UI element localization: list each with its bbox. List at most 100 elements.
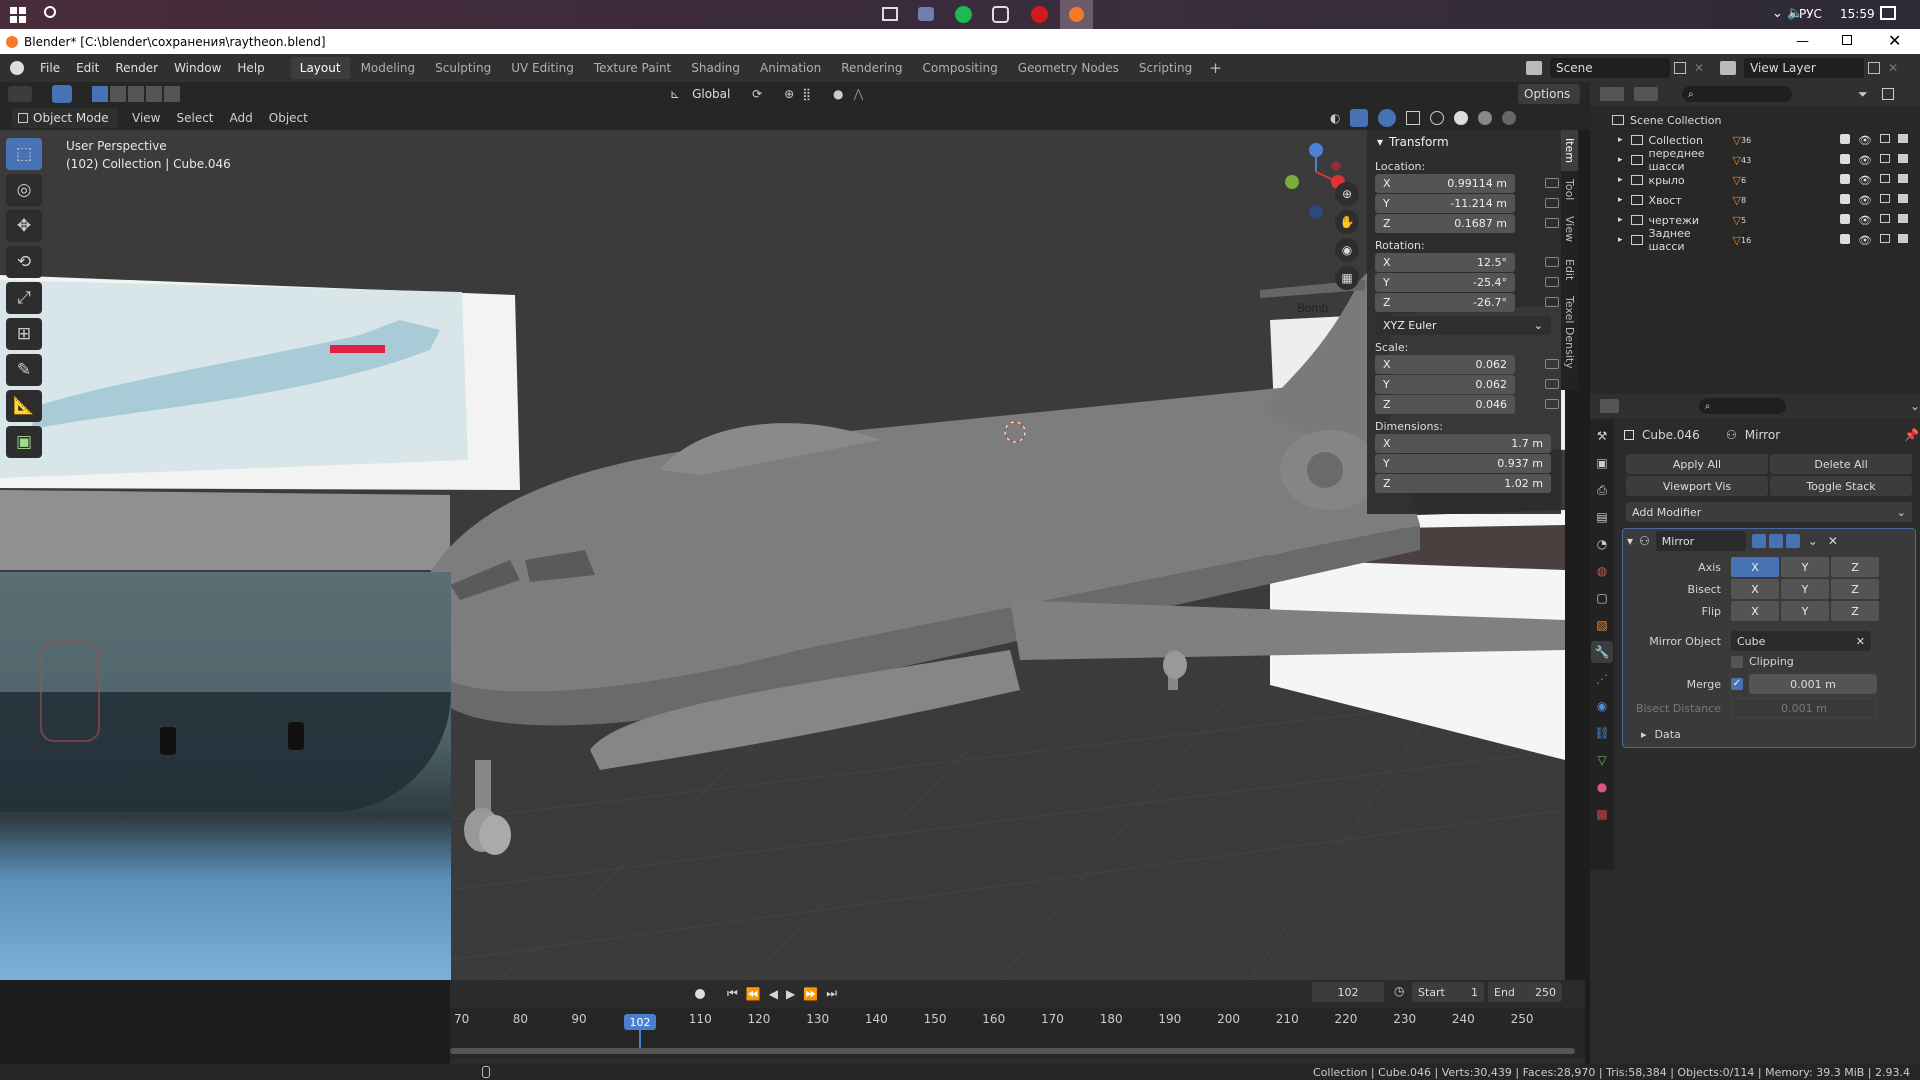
checkbox-icon[interactable]	[1840, 233, 1851, 244]
annotate-tool-icon[interactable]: ✎	[6, 354, 42, 386]
new-scene-icon[interactable]	[1674, 62, 1686, 74]
checkbox-icon[interactable]	[1840, 153, 1851, 164]
proportional-edit-icon[interactable]: ●	[833, 87, 843, 101]
selection-mode-buttons[interactable]	[92, 86, 180, 102]
monitor-icon[interactable]	[1880, 153, 1890, 163]
scene-field[interactable]: Scene	[1550, 58, 1670, 78]
close-icon[interactable]: ✕	[1694, 61, 1704, 75]
toggle-stack-button[interactable]: Toggle Stack	[1770, 476, 1912, 496]
checkbox-icon[interactable]	[1840, 213, 1851, 224]
expand-icon[interactable]: ▸	[1641, 728, 1647, 741]
tab-item[interactable]: Item	[1561, 130, 1578, 172]
scene-tab-icon[interactable]: ◔	[1591, 533, 1613, 555]
new-collection-icon[interactable]	[1881, 88, 1894, 100]
scale-tool-icon[interactable]: ⤢	[6, 282, 42, 314]
tab-animation[interactable]: Animation	[751, 57, 830, 79]
scale-x-field[interactable]: X 0.062	[1375, 355, 1515, 374]
transform-tool-icon[interactable]: ⊞	[6, 318, 42, 350]
dimensions-z-field[interactable]: Z 1.02 m	[1375, 474, 1551, 493]
viewport-display-icon[interactable]	[1768, 534, 1783, 548]
lock-icon[interactable]	[1545, 218, 1559, 228]
camera-icon[interactable]	[1898, 173, 1908, 183]
clipping-checkbox[interactable]	[1731, 655, 1743, 668]
clock[interactable]: 15:59	[1840, 7, 1875, 21]
editor-type-icon[interactable]	[1600, 399, 1619, 413]
camera-app-icon[interactable]	[992, 6, 1009, 23]
intersect-selection-icon[interactable]	[164, 86, 180, 102]
expand-icon[interactable]: ▸	[1618, 135, 1623, 145]
outliner-item[interactable]: ▸ Collection ▽ 36 👁	[1590, 130, 1920, 150]
close-button[interactable]: ✕	[1888, 31, 1901, 50]
expand-icon[interactable]: ▸	[1618, 215, 1623, 225]
collection-tab-icon[interactable]: ▢	[1591, 587, 1613, 609]
chevron-down-icon[interactable]: ⌄	[1910, 399, 1920, 413]
select-menu[interactable]: Select	[168, 111, 221, 125]
monitor-icon[interactable]	[1880, 213, 1890, 223]
chevron-down-icon[interactable]: ⌄	[1808, 534, 1818, 548]
spotify-icon[interactable]	[955, 6, 972, 23]
rotation-z-field[interactable]: Z -26.7°	[1375, 293, 1515, 312]
tab-modeling[interactable]: Modeling	[352, 57, 425, 79]
properties-search-input[interactable]: ⌕	[1698, 398, 1786, 414]
bisect-z-toggle[interactable]: Z	[1831, 579, 1879, 599]
scale-z-field[interactable]: Z 0.046	[1375, 395, 1515, 414]
lock-icon[interactable]	[1545, 198, 1559, 208]
menu-render[interactable]: Render	[107, 54, 166, 82]
outliner-item[interactable]: ▸ Хвост ▽ 8 👁	[1590, 190, 1920, 210]
search-icon[interactable]	[44, 6, 56, 18]
app-icon[interactable]	[918, 7, 934, 21]
object-tab-icon[interactable]: ▧	[1591, 614, 1613, 636]
checkbox-icon[interactable]	[1840, 173, 1851, 184]
collapse-icon[interactable]: ▾	[1627, 534, 1633, 548]
eye-icon[interactable]: 👁	[1858, 194, 1872, 207]
checkbox-icon[interactable]	[1840, 193, 1851, 204]
blender-taskbar-icon[interactable]	[1060, 0, 1093, 29]
blender-menu-icon[interactable]	[10, 61, 24, 75]
camera-icon[interactable]	[1898, 213, 1908, 223]
add-menu[interactable]: Add	[222, 111, 261, 125]
rotate-tool-icon[interactable]: ⟲	[6, 246, 42, 278]
material-tab-icon[interactable]: ●	[1591, 776, 1613, 798]
expand-icon[interactable]: ▸	[1618, 195, 1623, 205]
modifier-tab-icon[interactable]: 🔧	[1591, 641, 1613, 663]
dimensions-y-field[interactable]: Y 0.937 m	[1375, 454, 1551, 473]
rotation-mode-dropdown[interactable]: XYZ Euler ⌄	[1375, 316, 1551, 335]
location-y-field[interactable]: Y -11.214 m	[1375, 194, 1515, 213]
output-tab-icon[interactable]: ⎙	[1591, 479, 1613, 501]
xray-icon[interactable]	[1406, 111, 1421, 125]
invert-selection-icon[interactable]	[146, 86, 162, 102]
tab-uv-editing[interactable]: UV Editing	[502, 57, 583, 79]
editor-type-icon[interactable]	[1600, 87, 1624, 101]
frame-ruler[interactable]: 7080901001101201301401501601701801902002…	[450, 994, 1585, 1034]
particles-tab-icon[interactable]: ⋰	[1591, 668, 1613, 690]
camera-view-icon[interactable]: ◉	[1335, 238, 1359, 262]
ortho-toggle-icon[interactable]: ▦	[1335, 266, 1359, 290]
expand-icon[interactable]: ▸	[1618, 235, 1623, 245]
viewport-vis-button[interactable]: Viewport Vis	[1626, 476, 1768, 496]
gizmo-icon[interactable]	[1350, 109, 1369, 127]
outliner-item[interactable]: ▸ чертежи ▽ 5 👁	[1590, 210, 1920, 230]
rendered-shading-icon[interactable]	[1502, 111, 1517, 125]
options-dropdown[interactable]: Options	[1518, 84, 1580, 104]
monitor-icon[interactable]	[1880, 233, 1890, 243]
select-tool-icon[interactable]: ⬚	[6, 138, 42, 170]
merge-checkbox[interactable]: ✓	[1731, 678, 1743, 690]
close-icon[interactable]: ✕	[1856, 635, 1865, 648]
tab-edit[interactable]: Edit	[1561, 251, 1578, 288]
tab-geometry-nodes[interactable]: Geometry Nodes	[1009, 57, 1128, 79]
lock-icon[interactable]	[1545, 257, 1559, 267]
texture-tab-icon[interactable]: ▩	[1591, 803, 1613, 825]
view-layer-icon[interactable]	[1720, 61, 1737, 75]
select-box-icon[interactable]	[52, 85, 72, 103]
constraints-tab-icon[interactable]: ⛓	[1591, 722, 1613, 744]
eye-icon[interactable]: 👁	[1858, 134, 1872, 147]
expand-icon[interactable]: ▸	[1618, 175, 1623, 185]
location-x-field[interactable]: X 0.99114 m	[1375, 174, 1515, 193]
outliner-search-input[interactable]: ⌕	[1682, 86, 1792, 102]
timeline[interactable]: ⏮ ⏪ ◀ ▶ ⏩ ⏭ 102 ◷ Start1 End250 70809010…	[450, 980, 1585, 1064]
tab-layout[interactable]: Layout	[290, 57, 350, 79]
menu-edit[interactable]: Edit	[68, 54, 107, 82]
axis-y-toggle[interactable]: Y	[1781, 557, 1829, 577]
outliner-item[interactable]: ▸ переднее шасси ▽ 43 👁	[1590, 147, 1920, 173]
render-icon[interactable]	[1785, 534, 1800, 548]
